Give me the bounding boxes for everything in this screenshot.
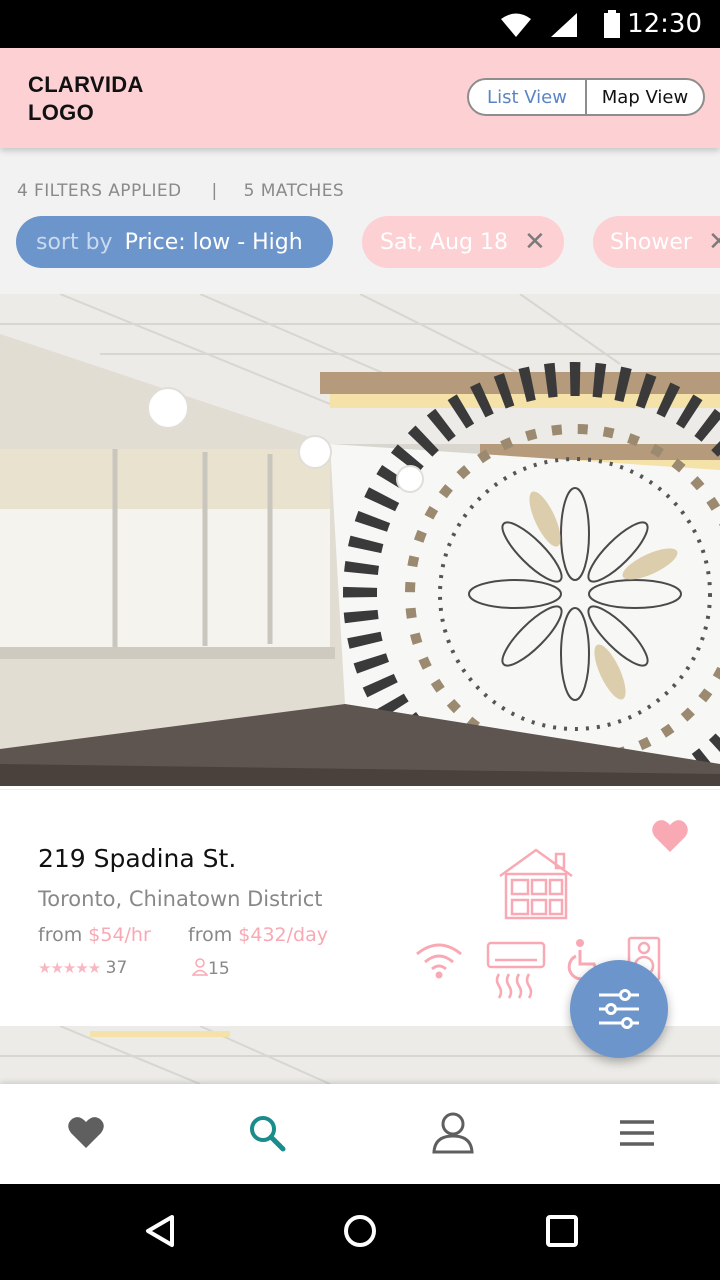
- matches-text: 5 MATCHES: [243, 181, 345, 201]
- house-icon: [499, 848, 573, 920]
- price-daily-amount: $432/day: [238, 924, 328, 946]
- sort-key-label: sort by: [36, 229, 113, 255]
- filter-chip-shower[interactable]: Shower ✕: [593, 216, 720, 268]
- price-hourly-amount: $54/hr: [88, 924, 151, 946]
- list-view-button[interactable]: List View: [469, 80, 585, 114]
- sliders-icon: [599, 989, 639, 1029]
- status-time: 12:30: [627, 9, 702, 39]
- listing-address[interactable]: 219 Spadina St.: [38, 844, 236, 873]
- brand-logo[interactable]: CLARVIDA LOGO: [28, 71, 144, 127]
- sort-value-label: Price: low - High: [124, 229, 303, 255]
- status-bar: 12:30: [0, 0, 720, 48]
- summary-separator: |: [211, 181, 218, 201]
- studio-room-illustration: [0, 294, 720, 786]
- air-conditioner-icon: [486, 941, 546, 999]
- user-icon: [432, 1112, 474, 1154]
- map-view-button[interactable]: Map View: [585, 80, 703, 114]
- listing-district: Toronto, Chinatown District: [38, 887, 323, 911]
- price-prefix: from: [188, 924, 233, 946]
- listing-rating: ★★★★★ 37: [38, 958, 127, 978]
- menu-tab[interactable]: [612, 1108, 662, 1158]
- close-icon[interactable]: ✕: [524, 227, 546, 257]
- filter-fab-button[interactable]: [570, 960, 668, 1058]
- person-icon: [191, 958, 209, 976]
- capacity-count: 15: [208, 959, 230, 979]
- home-icon[interactable]: [343, 1214, 377, 1248]
- bottom-tab-bar: [0, 1084, 720, 1184]
- filter-summary: 4 FILTERS APPLIED | 5 MATCHES: [17, 181, 344, 201]
- price-prefix: from: [38, 924, 83, 946]
- app-header: CLARVIDA LOGO List View Map View: [0, 48, 720, 148]
- sort-chip[interactable]: sort by Price: low - High: [16, 216, 333, 268]
- cell-signal-icon: [551, 13, 577, 37]
- listing-capacity: 15: [191, 958, 230, 979]
- search-tab[interactable]: [242, 1108, 292, 1158]
- close-icon[interactable]: ✕: [708, 227, 720, 257]
- logo-line-2: LOGO: [28, 100, 94, 125]
- search-icon: [250, 1116, 286, 1152]
- wifi-signal-icon: [501, 13, 531, 37]
- price-daily: from $432/day: [188, 924, 328, 946]
- view-toggle: List View Map View: [467, 78, 705, 116]
- hamburger-menu-icon: [620, 1120, 654, 1146]
- recents-icon[interactable]: [545, 1214, 579, 1248]
- back-icon[interactable]: [144, 1214, 176, 1248]
- wifi-icon: [416, 943, 462, 979]
- rating-stars: ★★★★★: [38, 959, 101, 977]
- filter-chip-label: Sat, Aug 18: [380, 229, 509, 255]
- filter-chip-label: Shower: [610, 229, 692, 255]
- system-nav-bar: [0, 1184, 720, 1280]
- logo-line-1: CLARVIDA: [28, 72, 144, 97]
- filter-chip-date[interactable]: Sat, Aug 18 ✕: [362, 216, 564, 268]
- profile-tab[interactable]: [428, 1108, 478, 1158]
- listing-photo[interactable]: [0, 294, 720, 786]
- filters-applied-text[interactable]: 4 FILTERS APPLIED: [17, 181, 182, 201]
- filter-area: 4 FILTERS APPLIED | 5 MATCHES sort by Pric…: [0, 148, 720, 294]
- price-hourly: from $54/hr: [38, 924, 151, 946]
- review-count: 37: [105, 958, 128, 978]
- heart-icon: [68, 1117, 104, 1148]
- heart-icon[interactable]: [651, 818, 689, 854]
- favorites-tab[interactable]: [61, 1108, 111, 1158]
- battery-icon: [604, 10, 620, 38]
